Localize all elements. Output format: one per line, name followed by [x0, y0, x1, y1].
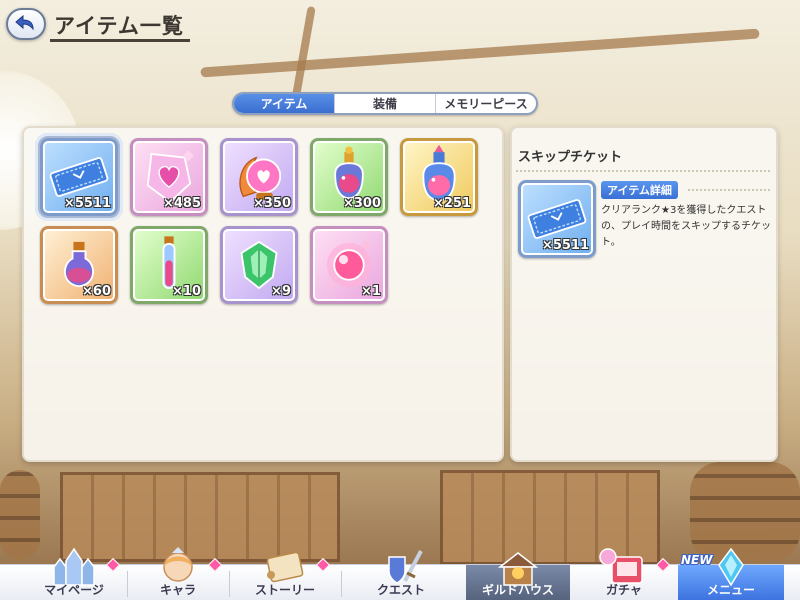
nav-menu[interactable]: メニュー: [678, 547, 784, 600]
item-count: ×350: [252, 196, 291, 211]
nav-label: マイページ: [44, 583, 104, 597]
back-button[interactable]: [6, 8, 46, 40]
background-beam: [292, 5, 316, 97]
tab-equipment[interactable]: 装備: [334, 94, 435, 113]
item-slot-potion-large[interactable]: ×300: [310, 138, 388, 216]
detail-item-count: ×5511: [541, 238, 589, 253]
item-slot-pink-orb[interactable]: ×1: [310, 226, 388, 304]
item-count: ×10: [172, 284, 201, 299]
item-slot-potion-gold[interactable]: ×251: [400, 138, 478, 216]
item-slot-heart-crystal[interactable]: ×485: [130, 138, 208, 216]
item-count: ×60: [82, 284, 111, 299]
item-count: ×1: [361, 284, 381, 299]
item-count: ×9: [271, 284, 291, 299]
item-detail-panel: [510, 126, 778, 462]
detail-item-name: スキップチケット: [518, 150, 623, 165]
item-count: ×485: [162, 196, 201, 211]
item-slot-love-orb[interactable]: ×350: [220, 138, 298, 216]
nav-label: ガチャ: [606, 583, 642, 597]
item-count: ×5511: [63, 196, 111, 211]
background-barrel: [0, 470, 40, 560]
nav-label: キャラ: [159, 583, 196, 597]
item-slot-flask[interactable]: ×60: [40, 226, 118, 304]
back-arrow-icon: [15, 14, 34, 31]
divider: [516, 170, 770, 172]
new-badge: NEW: [681, 553, 713, 567]
title-underline: [50, 39, 190, 42]
nav-label: メニュー: [706, 583, 755, 597]
item-count: ×300: [342, 196, 381, 211]
nav-label: ストーリー: [254, 583, 315, 597]
background-beam: [200, 28, 760, 78]
tab-items[interactable]: アイテム: [234, 94, 334, 113]
item-slot-vial[interactable]: ×10: [130, 226, 208, 304]
divider: [688, 189, 770, 191]
nav-label: クエスト: [376, 583, 425, 597]
item-slot-skip-ticket[interactable]: ×5511: [35, 133, 123, 221]
detail-item-icon: ×5511: [518, 180, 596, 258]
category-tabs: アイテム 装備 メモリーピース: [232, 92, 538, 115]
nav-quest[interactable]: クエスト: [342, 550, 460, 600]
detail-badge: アイテム詳細: [601, 181, 678, 199]
tab-memory-piece[interactable]: メモリーピース: [435, 94, 536, 113]
item-count: ×251: [432, 196, 471, 211]
item-slot-emerald[interactable]: ×9: [220, 226, 298, 304]
nav-gacha[interactable]: ガチャ: [574, 548, 674, 600]
page-header: アイテム一覧: [50, 6, 192, 42]
bottom-navigation: マイページ キャラ ストーリー クエスト ギルドハウス ガチャ メニュー: [0, 547, 800, 600]
nav-label: ギルドハウス: [481, 583, 554, 597]
detail-description: クリアランク★3を獲得したクエストの、プレイ時間をスキップするチケット。: [601, 205, 771, 248]
nav-guild-house[interactable]: ギルドハウス: [466, 552, 570, 600]
page-title: アイテム一覧: [54, 14, 184, 38]
